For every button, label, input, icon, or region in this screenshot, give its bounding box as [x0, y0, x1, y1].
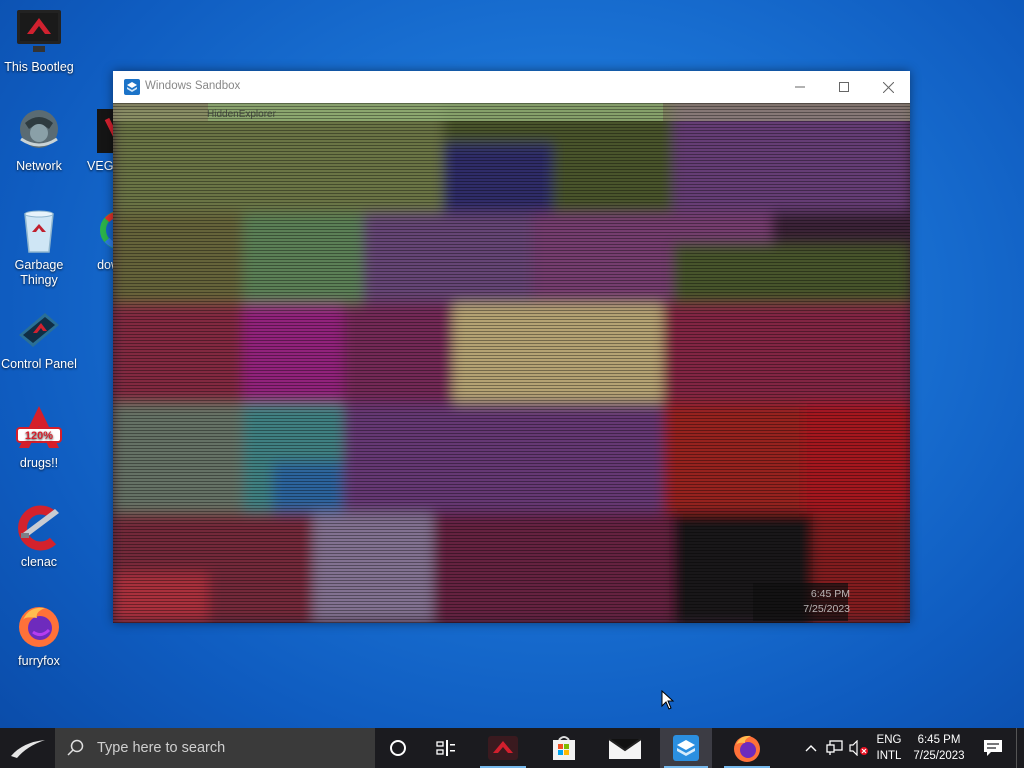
search-box[interactable]: Type here to search: [55, 728, 375, 768]
show-hidden-icons-button[interactable]: [800, 728, 822, 768]
120-percent-icon: 120%: [15, 404, 63, 452]
desktop-icon-label: Network: [16, 159, 62, 173]
sandbox-icon: [124, 79, 140, 95]
volume-muted-icon: [849, 740, 868, 756]
desktop: This Bootleg Network Garbage Thingy Cont…: [0, 0, 1024, 728]
svg-text:120%: 120%: [25, 430, 53, 442]
taskbar-app-mail[interactable]: [598, 728, 652, 768]
rog-app-icon: [488, 736, 518, 760]
desktop-icon-label: furryfox: [18, 654, 60, 668]
window-title: Windows Sandbox: [145, 80, 241, 92]
desktop-icon-label: Garbage Thingy: [14, 258, 64, 287]
mail-icon: [608, 738, 642, 759]
minimize-button[interactable]: [778, 71, 822, 103]
action-center-button[interactable]: [976, 728, 1010, 768]
globe-network-icon: [15, 107, 63, 155]
desktop-icon-network[interactable]: Network: [0, 107, 78, 174]
start-button[interactable]: [0, 728, 55, 768]
minimize-icon: [795, 86, 805, 88]
desktop-icon-label: This Bootleg: [4, 60, 74, 74]
taskbar: Type here to search ENG INTL 6:45 PM 7/2…: [0, 728, 1024, 768]
volume-tray-button[interactable]: [847, 728, 871, 768]
clock-button[interactable]: 6:45 PM 7/25/2023: [906, 728, 972, 768]
desktop-icon-label: drugs!!: [19, 456, 59, 470]
chevron-up-icon: [805, 745, 817, 752]
desktop-icon-control-panel[interactable]: Control Panel: [0, 305, 78, 372]
sandbox-window[interactable]: Windows Sandbox HiddenExplorer 6:45 PM 7…: [113, 71, 910, 623]
notification-icon: [984, 740, 1002, 756]
desktop-icon-clenac[interactable]: clenac: [0, 503, 78, 570]
ccleaner-icon: [15, 503, 63, 551]
monitor-icon: [15, 8, 63, 56]
sandbox-display[interactable]: HiddenExplorer 6:45 PM 7/25/2023: [113, 103, 910, 623]
network-wired-icon: [826, 740, 843, 755]
desktop-icon-garbage-thingy[interactable]: Garbage Thingy: [0, 206, 78, 288]
taskbar-app-sandbox[interactable]: [660, 728, 712, 768]
keyboard-layout: INTL: [876, 750, 902, 762]
mouse-cursor-icon: [661, 689, 675, 715]
taskbar-app-rog[interactable]: [476, 728, 530, 768]
glitched-title-text: HiddenExplorer: [207, 109, 276, 120]
search-icon: [67, 739, 84, 756]
sandbox-icon: [673, 735, 699, 761]
scanline-overlay: [113, 103, 910, 623]
search-placeholder: Type here to search: [97, 740, 226, 756]
desktop-icon-drugs[interactable]: 120% drugs!!: [0, 404, 78, 471]
task-view-button[interactable]: [421, 728, 471, 768]
clock-time: 6:45 PM: [917, 734, 961, 746]
network-tray-button[interactable]: [823, 728, 847, 768]
firefox-icon: [734, 735, 760, 762]
start-icon: [10, 740, 45, 758]
window-titlebar[interactable]: Windows Sandbox: [113, 71, 910, 103]
maximize-icon: [839, 82, 849, 92]
cortana-icon: [390, 740, 406, 756]
language-code: ENG: [876, 734, 902, 746]
glitched-clock-time: 6:45 PM: [810, 588, 850, 600]
glitched-clock-date: 7/25/2023: [803, 603, 850, 615]
close-button[interactable]: [866, 71, 910, 103]
maximize-button[interactable]: [822, 71, 866, 103]
task-view-icon: [436, 740, 455, 756]
glitched-clock: 6:45 PM 7/25/2023: [803, 587, 850, 617]
desktop-icon-label: Control Panel: [1, 357, 77, 371]
desktop-icon-furryfox[interactable]: furryfox: [0, 602, 78, 669]
recycle-bin-icon: [15, 206, 63, 254]
show-desktop-button[interactable]: [1016, 728, 1024, 768]
taskbar-app-firefox[interactable]: [720, 728, 774, 768]
clock-date: 7/25/2023: [913, 750, 965, 762]
close-icon: [882, 81, 894, 93]
firefox-icon: [15, 602, 63, 650]
desktop-icon-label: clenac: [20, 555, 58, 569]
taskbar-app-store[interactable]: [538, 728, 590, 768]
input-language-button[interactable]: ENG INTL: [872, 728, 906, 768]
control-panel-icon: [15, 305, 63, 353]
store-icon: [553, 736, 575, 760]
cortana-button[interactable]: [375, 728, 421, 768]
desktop-icon-this-bootleg[interactable]: This Bootleg: [0, 8, 78, 75]
